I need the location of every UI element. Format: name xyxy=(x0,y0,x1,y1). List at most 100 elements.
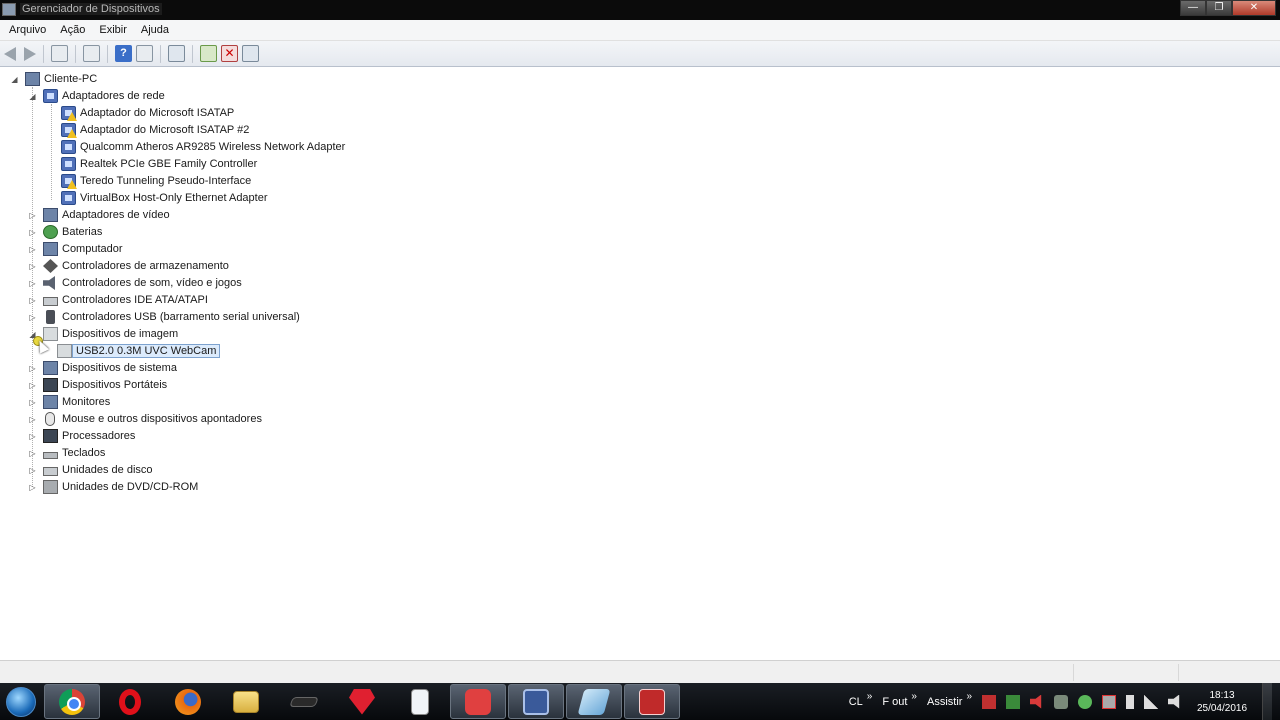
collapse-arrow-icon[interactable]: ◢ xyxy=(10,75,19,84)
expand-arrow-icon[interactable]: ▷ xyxy=(28,415,37,424)
taskbar-video-app[interactable] xyxy=(508,684,564,719)
expand-arrow-icon[interactable]: ▷ xyxy=(28,296,37,305)
scan-hardware-icon[interactable] xyxy=(168,45,185,62)
battery-icon[interactable] xyxy=(1126,694,1134,709)
volume-icon[interactable] xyxy=(1168,694,1180,709)
tree-item-computador[interactable]: ▷ Computador xyxy=(28,241,123,257)
tree-item-usb[interactable]: ▷ Controladores USB (barramento serial u… xyxy=(28,309,300,325)
device-manager-icon xyxy=(2,3,16,16)
menu-arquivo[interactable]: Arquivo xyxy=(9,24,46,36)
windows-logo-icon xyxy=(6,686,36,717)
expand-arrow-icon[interactable]: ▷ xyxy=(28,466,37,475)
tree-item-teclados[interactable]: ▷ Teclados xyxy=(28,445,105,461)
tree-item-webcam[interactable]: USB2.0 0.3M UVC WebCam xyxy=(57,343,221,359)
expand-arrow-icon[interactable]: ▷ xyxy=(28,313,37,322)
expand-arrow-icon[interactable]: ▷ xyxy=(28,432,37,441)
disable-device-icon[interactable] xyxy=(242,45,259,62)
tree-item-unidades-de-disco[interactable]: ▷ Unidades de disco xyxy=(28,462,153,478)
taskbar-device-manager[interactable] xyxy=(624,684,680,719)
tree-item-adaptadores-de-video[interactable]: ▷ Adaptadores de vídeo xyxy=(28,207,170,223)
tree-item-armazenamento[interactable]: ▷ Controladores de armazenamento xyxy=(28,258,229,274)
expand-arrow-icon[interactable]: ▷ xyxy=(28,398,37,407)
taskbar-firefox[interactable] xyxy=(160,684,216,719)
collapse-arrow-icon[interactable]: ◢ xyxy=(28,92,37,101)
tree-item-teredo[interactable]: Teredo Tunneling Pseudo-Interface xyxy=(61,173,251,189)
taskbar-acrobat[interactable] xyxy=(450,684,506,719)
storage-controller-icon xyxy=(43,259,58,273)
tree-item-virtualbox[interactable]: VirtualBox Host-Only Ethernet Adapter xyxy=(61,190,268,206)
taskbar-chip-app[interactable] xyxy=(276,684,332,719)
tree-item-dispositivos-de-imagem[interactable]: ◢ Dispositivos de imagem xyxy=(28,326,178,342)
expand-arrow-icon[interactable]: ▷ xyxy=(28,245,37,254)
close-button[interactable]: ✕ xyxy=(1232,0,1276,16)
back-arrow-icon[interactable] xyxy=(4,46,16,61)
tree-item-adaptadores-de-rede[interactable]: ◢ Adaptadores de rede xyxy=(28,88,165,104)
action-pane-icon[interactable] xyxy=(136,45,153,62)
tree-item-isatap-2[interactable]: Adaptador do Microsoft ISATAP #2 xyxy=(61,122,249,138)
tree-item-ide-ata-atapi[interactable]: ▷ Controladores IDE ATA/ATAPI xyxy=(28,292,208,308)
green-v-icon[interactable] xyxy=(1006,694,1020,709)
tree-item-realtek[interactable]: Realtek PCIe GBE Family Controller xyxy=(61,156,257,172)
acrobat-icon xyxy=(465,688,491,715)
tree-item-isatap[interactable]: Adaptador do Microsoft ISATAP xyxy=(61,105,234,121)
menu-exibir[interactable]: Exibir xyxy=(99,24,127,36)
expand-arrow-icon[interactable]: ▷ xyxy=(28,364,37,373)
tree-item-dispositivos-portateis[interactable]: ▷ Dispositivos Portáteis xyxy=(28,377,167,393)
expand-arrow-icon[interactable]: ▷ xyxy=(28,262,37,271)
taskbar-ruby-app[interactable] xyxy=(334,684,390,719)
expand-arrow-icon[interactable]: ▷ xyxy=(28,381,37,390)
start-button[interactable] xyxy=(0,683,42,720)
expand-arrow-icon[interactable]: ▷ xyxy=(28,228,37,237)
properties-icon[interactable] xyxy=(83,45,100,62)
tree-item-label: Unidades de disco xyxy=(62,464,153,476)
red-app-icon[interactable] xyxy=(982,694,996,709)
update-icon[interactable] xyxy=(1078,694,1092,709)
forward-arrow-icon[interactable] xyxy=(24,46,36,61)
network-error-icon[interactable] xyxy=(1102,694,1116,709)
muted-speaker-icon[interactable] xyxy=(1030,694,1042,709)
expand-arrow-icon[interactable]: ▷ xyxy=(28,211,37,220)
tree-item-label: Processadores xyxy=(62,430,136,442)
usb-icon xyxy=(46,310,55,324)
tree-item-mouse[interactable]: ▷ Mouse e outros dispositivos apontadore… xyxy=(28,411,262,427)
tree-item-qualcomm[interactable]: Qualcomm Atheros AR9285 Wireless Network… xyxy=(61,139,345,155)
tree-item-processadores[interactable]: ▷ Processadores xyxy=(28,428,135,444)
expand-arrow-icon[interactable]: ▷ xyxy=(28,483,37,492)
expand-arrow-icon[interactable]: ▷ xyxy=(28,279,37,288)
taskbar-eraser-app[interactable] xyxy=(566,684,622,719)
update-driver-icon[interactable] xyxy=(200,45,217,62)
help-icon[interactable]: ? xyxy=(115,45,132,62)
tree-item-dvd-cd-rom[interactable]: ▷ Unidades de DVD/CD-ROM xyxy=(28,479,198,495)
taskbar-opera[interactable] xyxy=(102,684,158,719)
tree-guide-line xyxy=(51,104,52,200)
signal-icon[interactable] xyxy=(1144,694,1158,709)
taskbar-chrome[interactable] xyxy=(44,684,100,719)
clock[interactable]: 18:13 25/04/2016 xyxy=(1192,689,1252,715)
tree-item-som-video-jogos[interactable]: ▷ Controladores de som, vídeo e jogos xyxy=(28,275,242,291)
expand-arrow-icon[interactable]: ▷ xyxy=(28,449,37,458)
system-tray: CL» F out» Assistir» 18:13 25/04/2016 xyxy=(849,683,1280,720)
menu-ajuda[interactable]: Ajuda xyxy=(141,24,169,36)
tree-item-label: Unidades de DVD/CD-ROM xyxy=(62,481,199,493)
show-desktop-button[interactable] xyxy=(1262,683,1272,720)
toolbar-f-out[interactable]: F out» xyxy=(882,691,917,708)
console-tree-icon[interactable] xyxy=(51,45,68,62)
toolbar-assistir[interactable]: Assistir» xyxy=(927,691,972,708)
tree-root-cliente-pc[interactable]: ◢ Cliente-PC xyxy=(10,71,97,87)
tree-item-baterias[interactable]: ▷ Baterias xyxy=(28,224,102,240)
toolbar-cl[interactable]: CL» xyxy=(849,691,873,708)
taskbar-explorer[interactable] xyxy=(218,684,274,719)
toolbar-separator xyxy=(160,44,161,63)
uninstall-icon[interactable]: ✕ xyxy=(221,45,238,62)
taskbar-document[interactable] xyxy=(392,684,448,719)
minimize-button[interactable]: — xyxy=(1180,0,1206,16)
system-device-icon xyxy=(43,361,58,375)
shield-icon[interactable] xyxy=(1054,694,1068,709)
title-bar[interactable]: Gerenciador de Dispositivos — ❐ ✕ xyxy=(0,0,1280,20)
menu-acao[interactable]: Ação xyxy=(60,24,85,36)
maximize-button[interactable]: ❐ xyxy=(1206,0,1232,16)
tree-item-monitores[interactable]: ▷ Monitores xyxy=(28,394,110,410)
tree-item-dispositivos-de-sistema[interactable]: ▷ Dispositivos de sistema xyxy=(28,360,177,376)
computer-icon xyxy=(25,72,40,86)
tree-item-label: Realtek PCIe GBE Family Controller xyxy=(80,158,258,170)
